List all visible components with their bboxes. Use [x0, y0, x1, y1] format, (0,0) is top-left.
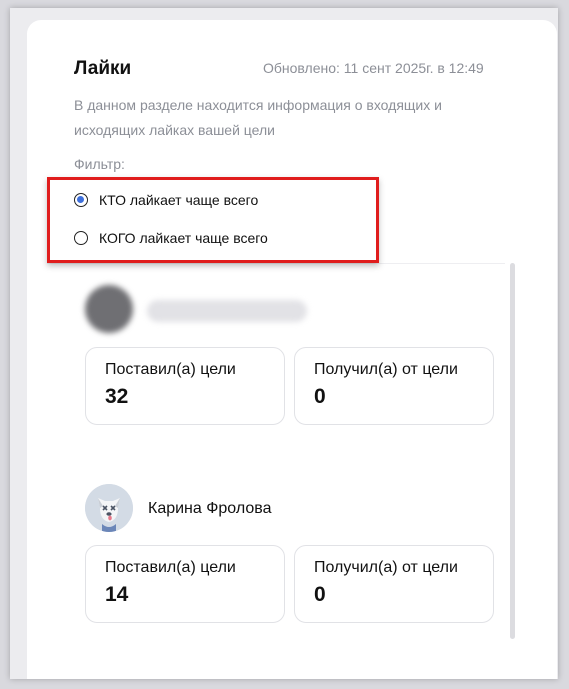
filter-label: Фильтр:	[74, 156, 125, 172]
stat-value: 0	[314, 385, 326, 408]
person-name[interactable]: Карина Фролова	[148, 500, 271, 518]
stat-value: 14	[105, 583, 129, 606]
dog-avatar-icon[interactable]	[85, 484, 133, 532]
stat-received: Получил(а) от цели 0	[294, 545, 494, 623]
stat-label: Получил(а) от цели	[314, 361, 458, 378]
stat-label: Поставил(а) цели	[105, 559, 236, 576]
scrollbar[interactable]	[510, 263, 515, 639]
highlight-box	[47, 177, 379, 263]
stat-label: Поставил(а) цели	[105, 361, 236, 378]
stat-received: Получил(а) от цели 0	[294, 347, 494, 425]
avatar	[85, 285, 133, 333]
stat-given: Поставил(а) цели 32	[85, 347, 285, 425]
stat-value: 0	[314, 583, 326, 606]
stat-label: Получил(а) от цели	[314, 559, 458, 576]
divider	[47, 263, 505, 264]
stat-given: Поставил(а) цели 14	[85, 545, 285, 623]
likes-card: Лайки Обновлено: 11 сент 2025г. в 12:49 …	[27, 20, 557, 679]
blurred-name	[147, 300, 307, 322]
page-title: Лайки	[74, 58, 132, 79]
stat-value: 32	[105, 385, 129, 408]
updated-timestamp: Обновлено: 11 сент 2025г. в 12:49	[263, 60, 484, 76]
section-description: В данном разделе находится информация о …	[74, 97, 442, 138]
